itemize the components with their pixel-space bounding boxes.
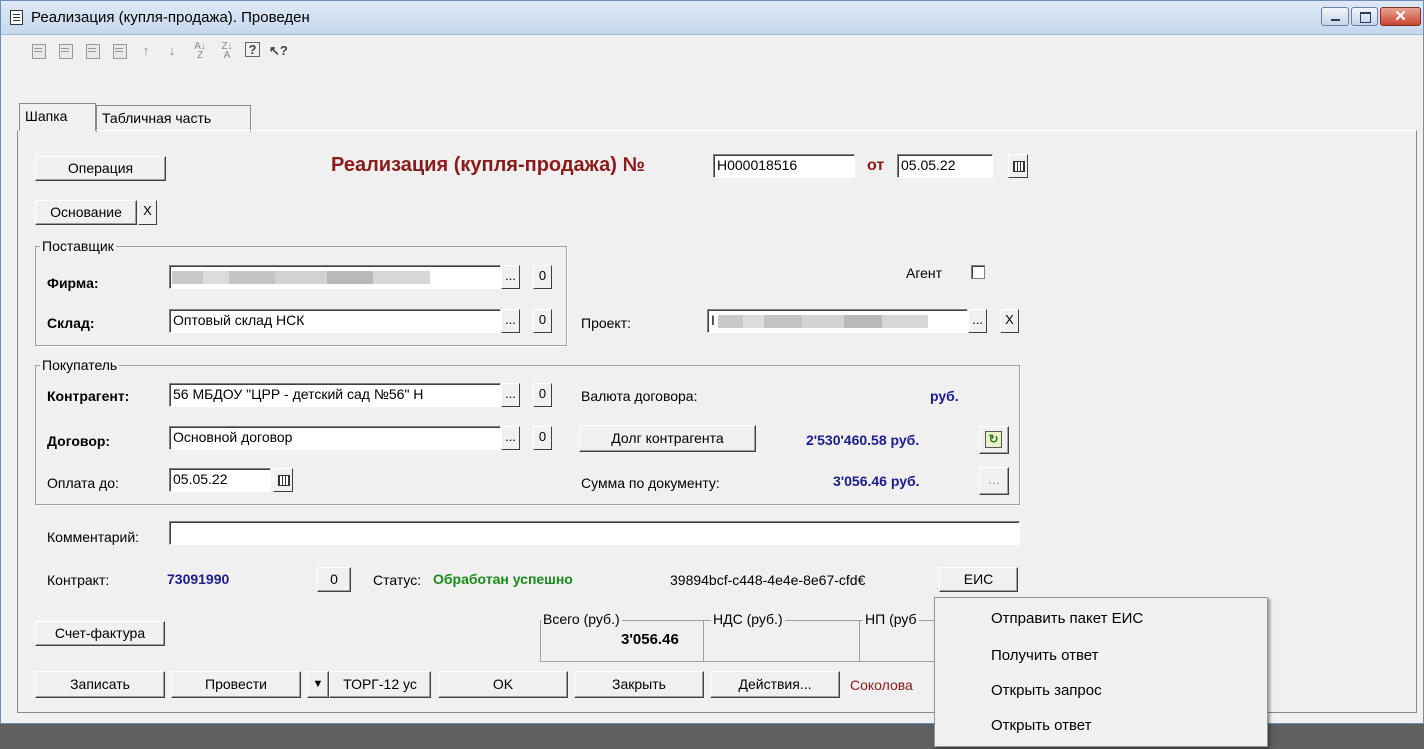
tab-table-part[interactable]: Табличная часть	[96, 105, 251, 132]
counterparty-field[interactable]: 56 МБДОУ "ЦРР - детский сад №56" Н	[169, 383, 501, 407]
totals-divider	[703, 621, 704, 661]
contract-open-button[interactable]: 0	[533, 426, 552, 450]
context-help-icon[interactable]: ↖?	[269, 42, 288, 60]
doc-sum-value: 3'056.46 руб.	[833, 473, 920, 489]
post-button[interactable]: Провести	[171, 671, 301, 698]
copy-doc-icon[interactable]	[56, 42, 74, 60]
refresh-debt-button[interactable]: ↻	[979, 426, 1009, 454]
maximize-button[interactable]	[1351, 7, 1378, 26]
pay-until-field[interactable]: 05.05.22	[169, 468, 271, 492]
sort-desc-icon[interactable]: Z↓ A	[218, 42, 236, 61]
contract-field[interactable]: Основной договор	[169, 426, 501, 450]
menu-item-get-response[interactable]: Получить ответ	[991, 647, 1099, 664]
contract-open-button[interactable]: 0	[317, 567, 351, 592]
eis-context-menu: Отправить пакет ЕИС Получить ответ Откры…	[934, 597, 1268, 747]
agent-checkbox[interactable]	[971, 265, 985, 279]
close-window-button[interactable]: ✕	[1380, 7, 1421, 26]
document-date-field[interactable]: 05.05.22	[897, 154, 993, 178]
delete-doc-icon[interactable]	[110, 42, 128, 60]
user-name: Соколова	[850, 677, 913, 693]
buyer-group-title: Покупатель	[40, 357, 120, 373]
total-value: 3'056.46	[621, 631, 679, 648]
status-value: Обработан успешно	[433, 571, 573, 587]
firm-label: Фирма:	[47, 275, 99, 291]
basis-button[interactable]: Основание	[35, 200, 137, 225]
status-label: Статус:	[373, 572, 422, 588]
totals-panel: Всего (руб.) 3'056.46 НДС (руб.) НП (руб	[540, 611, 940, 662]
minimize-button[interactable]	[1321, 7, 1349, 26]
print-form-button[interactable]: ТОРГ-12 ус	[329, 671, 431, 698]
invoice-button[interactable]: Счет-фактура	[35, 621, 165, 646]
title-bar: Реализация (купля-продажа). Проведен ✕	[1, 1, 1423, 35]
warehouse-select-button[interactable]: ...	[501, 309, 520, 333]
pay-until-label: Оплата до:	[47, 475, 119, 491]
edit-doc-icon[interactable]	[83, 42, 101, 60]
debt-value: 2'530'460.58 руб.	[806, 432, 920, 448]
contract-label: Договор:	[47, 433, 111, 449]
move-up-icon[interactable]: ↑	[137, 42, 155, 60]
supplier-group-title: Поставщик	[40, 238, 116, 254]
print-dropdown-button[interactable]: ▼	[307, 671, 329, 698]
new-doc-icon[interactable]	[29, 42, 47, 60]
comment-field[interactable]	[169, 521, 1020, 545]
currency-value: руб.	[930, 388, 959, 404]
firm-select-button[interactable]: ...	[501, 265, 520, 289]
contract-select-button[interactable]: ...	[501, 426, 520, 450]
document-title: Реализация (купля-продажа) №	[331, 154, 645, 176]
refresh-icon: ↻	[985, 431, 1002, 448]
warehouse-open-button[interactable]: 0	[533, 309, 552, 333]
close-icon: ✕	[1394, 8, 1407, 25]
date-label: от	[867, 157, 885, 174]
tab-header[interactable]: Шапка	[19, 103, 96, 131]
sort-asc-icon[interactable]: A↓ Z	[191, 42, 209, 61]
vat-label: НДС (руб.)	[711, 611, 785, 627]
redacted-project-bar	[718, 315, 928, 328]
document-icon	[10, 10, 23, 25]
project-label: Проект:	[581, 315, 632, 331]
totals-divider	[859, 621, 860, 661]
contract-number-value: 73091990	[167, 571, 230, 587]
contract-number-label: Контракт:	[47, 572, 110, 588]
ok-button[interactable]: OK	[438, 671, 568, 698]
comment-label: Комментарий:	[47, 529, 140, 545]
agent-label: Агент	[906, 265, 943, 281]
window-title: Реализация (купля-продажа). Проведен	[31, 9, 310, 26]
firm-open-button[interactable]: 0	[533, 265, 552, 289]
toolbar: ↑ ↓ A↓ Z Z↓ A ? ↖?	[1, 35, 1423, 65]
doc-sum-details-button[interactable]: ...	[979, 467, 1009, 495]
doc-sum-label: Сумма по документу:	[581, 475, 720, 491]
total-label: Всего (руб.)	[541, 611, 622, 627]
np-label: НП (руб	[863, 611, 919, 627]
guid-value: 39894bcf-c448-4e4e-8e67-cfd€	[670, 572, 866, 588]
counterparty-label: Контрагент:	[47, 388, 130, 404]
eis-button[interactable]: ЕИС	[939, 567, 1018, 592]
project-value: I	[711, 312, 715, 328]
menu-item-open-response[interactable]: Открыть ответ	[991, 717, 1091, 734]
document-number-field[interactable]: Н000018516	[713, 154, 855, 178]
operation-button[interactable]: Операция	[35, 156, 166, 181]
menu-item-open-request[interactable]: Открыть запрос	[991, 682, 1102, 699]
calendar-icon[interactable]	[1008, 154, 1028, 178]
firm-field[interactable]	[169, 265, 501, 289]
counterparty-open-button[interactable]: 0	[533, 383, 552, 407]
warehouse-field[interactable]: Оптовый склад НСК	[169, 309, 501, 333]
move-down-icon[interactable]: ↓	[163, 42, 181, 60]
help-icon[interactable]: ?	[245, 42, 260, 57]
redacted-firm-bar	[172, 271, 430, 284]
counterparty-debt-button[interactable]: Долг контрагента	[579, 425, 756, 452]
project-clear-button[interactable]: X	[1000, 309, 1019, 333]
save-button[interactable]: Записать	[35, 671, 165, 698]
basis-clear-button[interactable]: X	[138, 200, 157, 225]
counterparty-select-button[interactable]: ...	[501, 383, 520, 407]
actions-button[interactable]: Действия...	[710, 671, 840, 698]
project-select-button[interactable]: ...	[968, 309, 987, 333]
project-field[interactable]: I	[707, 309, 968, 333]
pay-until-calendar-icon[interactable]	[273, 468, 293, 492]
close-button[interactable]: Закрыть	[574, 671, 704, 698]
warehouse-label: Склад:	[47, 315, 95, 331]
currency-label: Валюта договора:	[581, 388, 698, 404]
menu-item-send-eis-package[interactable]: Отправить пакет ЕИС	[991, 610, 1143, 627]
